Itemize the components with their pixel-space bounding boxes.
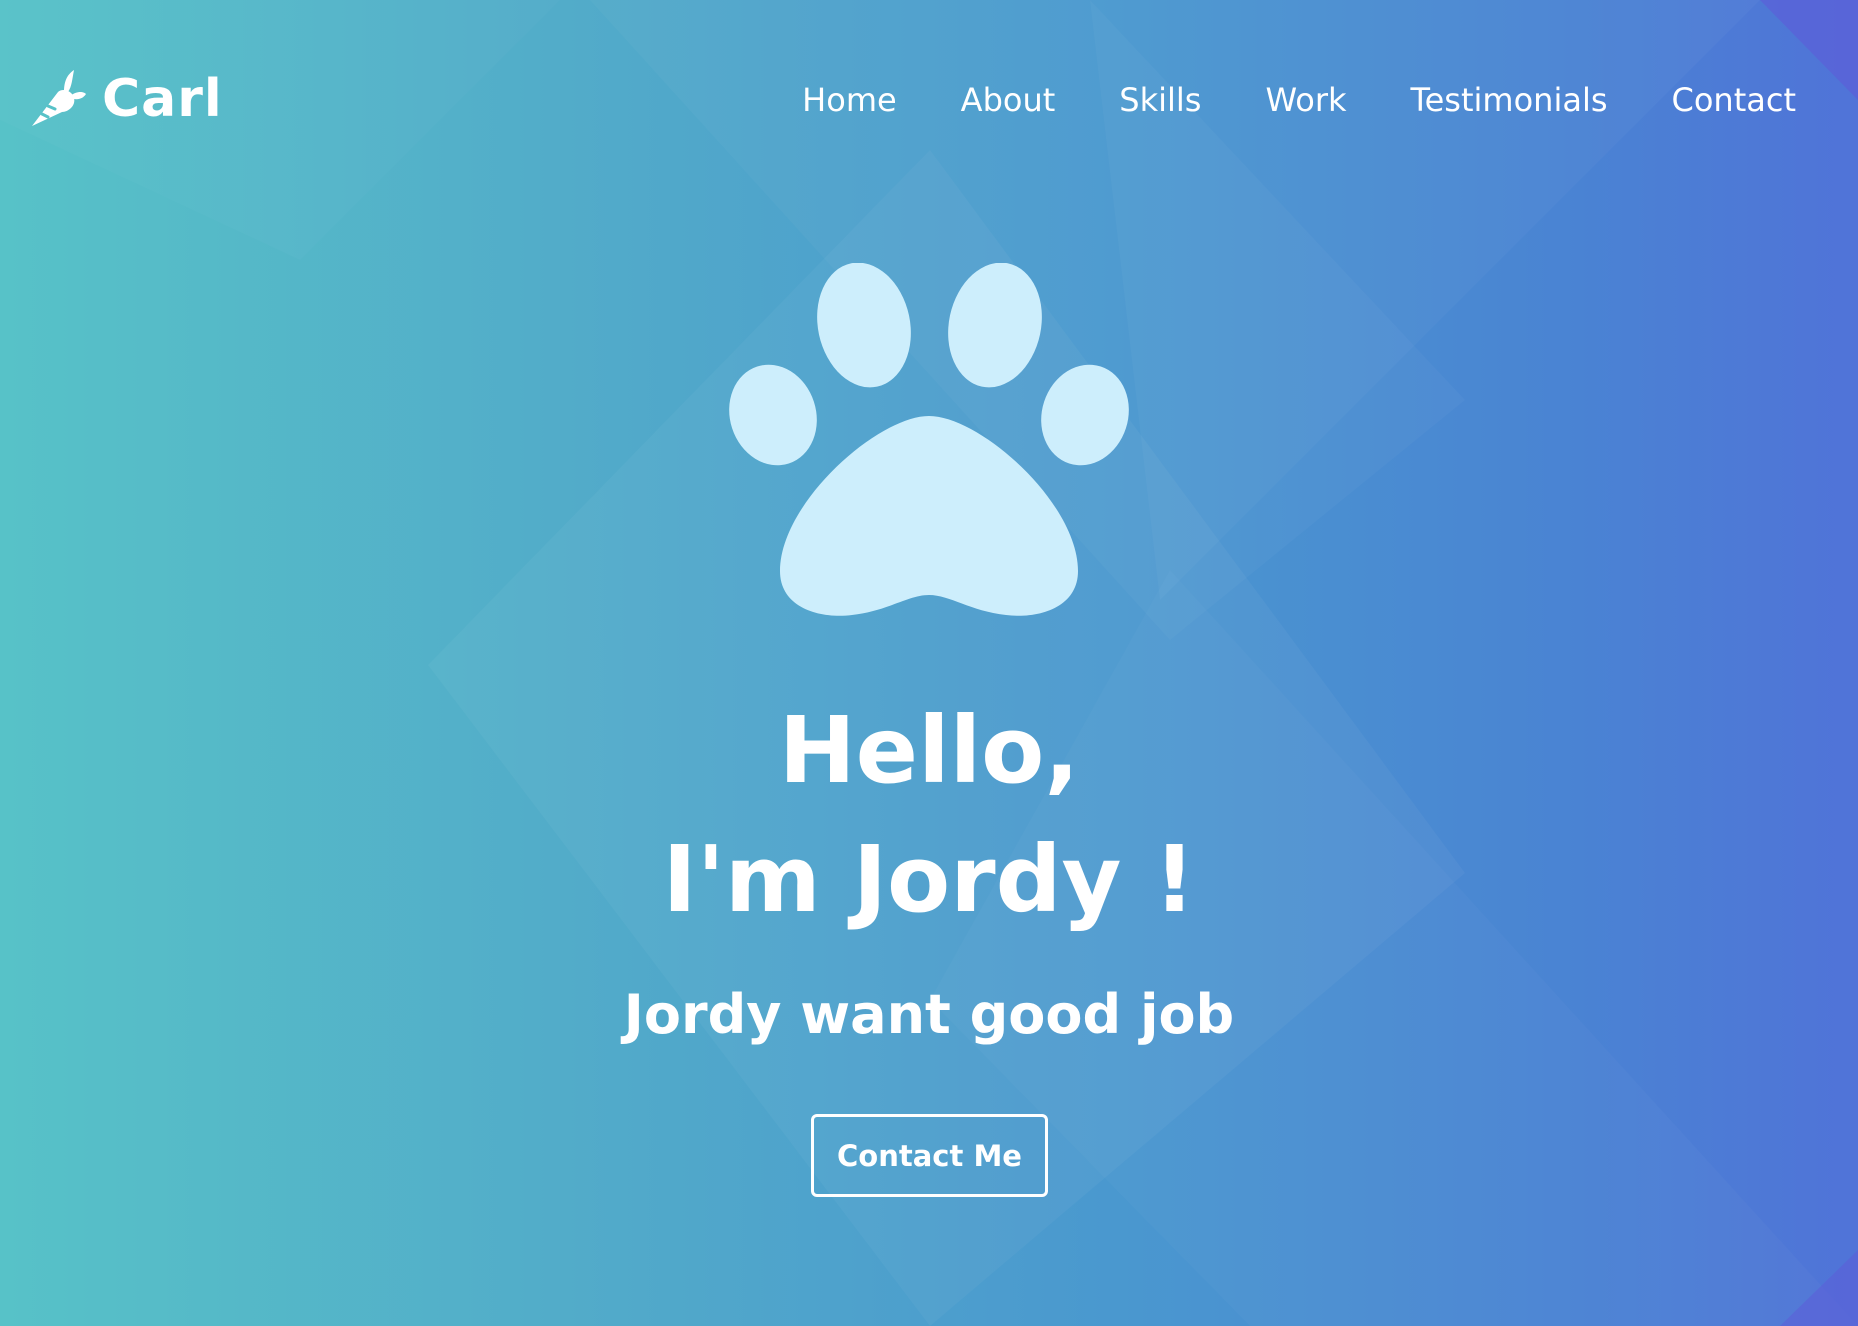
hero-title-line2: I'm Jordy ! [662,826,1196,933]
nav-item-contact[interactable]: Contact [1672,76,1797,124]
contact-me-button[interactable]: Contact Me [811,1114,1048,1197]
paw-icon [729,263,1129,616]
brand-name: Carl [102,69,223,129]
carrot-icon [32,70,86,126]
main-nav: Home About Skills Work Testimonials Cont… [802,76,1796,124]
nav-item-work[interactable]: Work [1265,76,1346,124]
nav-item-home[interactable]: Home [802,76,897,124]
hero-subtitle: Jordy want good job [623,983,1235,1046]
brand-logo-link[interactable]: Carl [28,64,223,134]
nav-item-skills[interactable]: Skills [1119,76,1201,124]
hero-title-line1: Hello, [778,697,1080,804]
nav-item-testimonials[interactable]: Testimonials [1411,76,1608,124]
nav-item-about[interactable]: About [961,76,1056,124]
